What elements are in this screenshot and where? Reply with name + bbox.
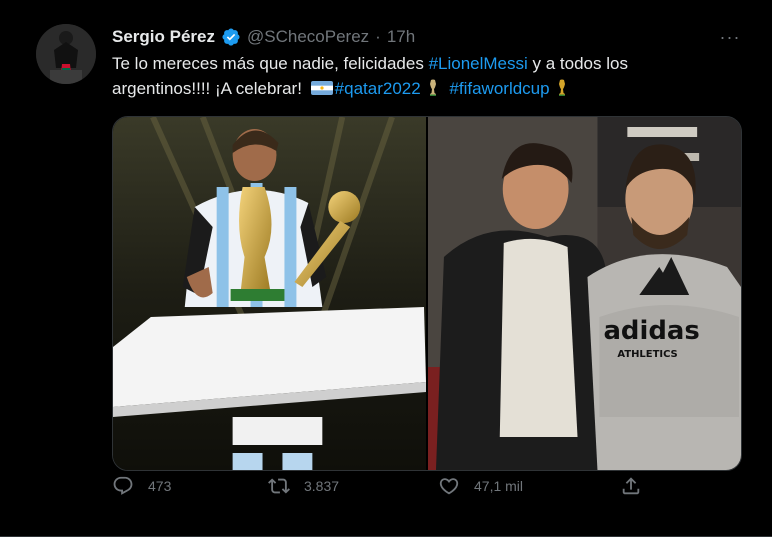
reply-count: 473 [148,478,172,494]
share-icon [622,477,640,495]
like-count: 47,1 mil [474,478,524,494]
shirt-subtext: ATHLETICS [617,349,677,360]
hashtag-fifaworldcup[interactable]: #fifaworldcup [449,79,549,98]
verified-badge-icon [221,27,241,47]
share-button[interactable] [620,475,642,497]
author-name[interactable]: Sergio Pérez [112,26,215,48]
like-icon [439,478,459,495]
like-button[interactable]: 47,1 mil [438,475,523,497]
tweet-text-part: Te lo mereces más que nadie, felicidades [112,54,429,73]
retweet-count: 3.837 [304,478,340,494]
photo-messi-trophy[interactable] [113,117,426,470]
tweet-header: Sergio Pérez @SChecoPerez · 17h [112,26,415,48]
trophy-icon [556,79,568,97]
media-grid: adidas ATHLETICS [112,116,742,471]
argentina-flag-icon [310,81,333,95]
timestamp[interactable]: 17h [387,26,415,48]
retweet-icon [268,478,290,494]
author-handle[interactable]: @SChecoPerez [247,26,369,48]
hashtag-qatar2022[interactable]: #qatar2022 [335,79,421,98]
hashtag-lionelmessi[interactable]: #LionelMessi [429,54,528,73]
more-icon[interactable]: ··· [718,26,742,48]
trophy-icon [427,79,439,97]
avatar[interactable] [36,24,96,84]
photo-perez-messi[interactable]: adidas ATHLETICS [428,117,741,470]
retweet-button[interactable]: 3.837 [268,475,339,497]
reply-button[interactable]: 473 [112,475,171,497]
reply-icon [113,476,133,495]
shirt-brand-text: adidas [603,316,699,346]
tweet-text: Te lo mereces más que nadie, felicidades… [112,51,712,101]
tweet[interactable]: Sergio Pérez @SChecoPerez · 17h ··· Te l… [0,0,772,537]
separator: · [375,27,381,46]
